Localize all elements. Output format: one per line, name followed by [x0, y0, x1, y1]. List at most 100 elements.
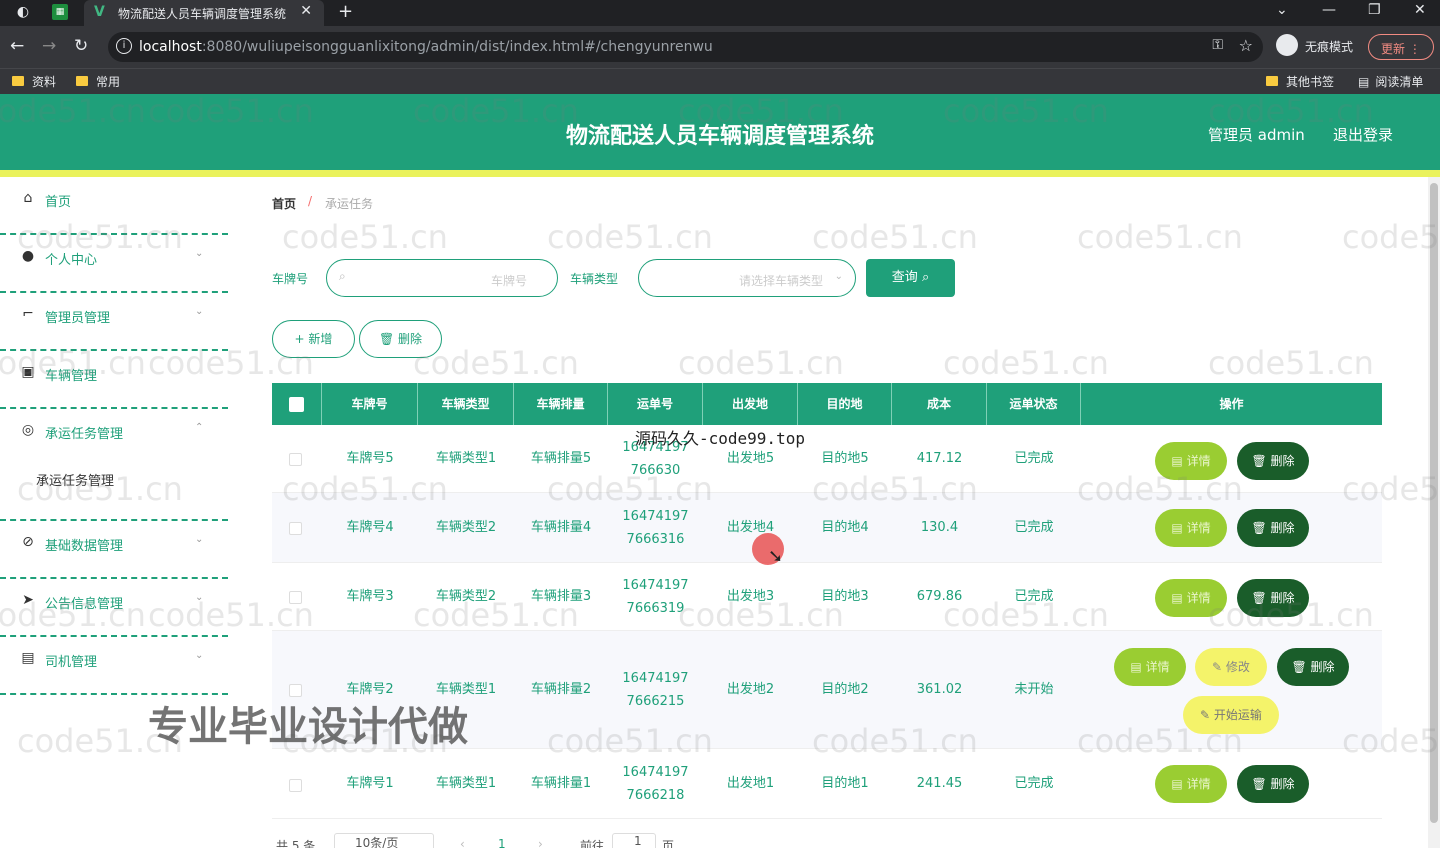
scrollbar-thumb[interactable]: [1430, 183, 1438, 823]
column-header[interactable]: 运单状态: [987, 383, 1081, 425]
page-size-select[interactable]: 10条/页: [334, 833, 434, 848]
chevron-down-icon: ⌄: [195, 248, 204, 259]
url-field[interactable]: i localhost:8080/wuliupeisongguanlixiton…: [108, 32, 1263, 62]
reading-list[interactable]: ▤ 阅读清单: [1358, 73, 1423, 90]
bookmarks-bar: 资料 常用 其他书签 ▤ 阅读清单: [0, 68, 1440, 94]
tab-search-chevron-icon[interactable]: ⌄: [1276, 2, 1288, 18]
sidebar-item-notices[interactable]: ➤ 公告信息管理 ⌄: [0, 579, 228, 637]
prev-page-icon[interactable]: ‹: [460, 837, 465, 848]
sidebar-item-tasks[interactable]: ◎ 承运任务管理 ⌃: [0, 409, 228, 521]
waybill-cell: 16474197 7666319: [608, 563, 703, 630]
sidebar-item-vehicles[interactable]: ▣ 车辆管理: [0, 351, 228, 409]
goto-input[interactable]: 1: [612, 833, 656, 848]
add-button[interactable]: + 新增: [272, 320, 355, 358]
sidebar-item-label: 基础数据管理: [45, 539, 124, 554]
column-header[interactable]: 成本: [892, 383, 987, 425]
update-button[interactable]: 更新 ⋮: [1368, 34, 1434, 60]
delete-label: 删除: [1270, 591, 1295, 605]
new-tab-icon[interactable]: +: [338, 1, 353, 22]
vehicle-type-select[interactable]: 请选择车辆类型 ⌄: [638, 259, 856, 297]
window-close-icon[interactable]: ✕: [1414, 2, 1426, 18]
detail-button[interactable]: ▤ 详情: [1155, 442, 1227, 480]
logout-link[interactable]: 退出登录: [1333, 124, 1393, 145]
browser-menu-icon[interactable]: ◐: [14, 4, 32, 22]
cost-cell: 361.02: [916, 682, 963, 697]
plate-search-input[interactable]: ⌕ 车牌号: [326, 259, 558, 297]
tab-close-icon[interactable]: ✕: [300, 3, 312, 19]
sidebar-item-basedata[interactable]: ⊘ 基础数据管理 ⌄: [0, 521, 228, 579]
breadcrumb-home[interactable]: 首页: [272, 195, 296, 212]
column-header[interactable]: 目的地: [798, 383, 892, 425]
sidebar-item-drivers[interactable]: ▤ 司机管理 ⌄: [0, 637, 228, 695]
incognito-icon[interactable]: [1276, 34, 1298, 56]
detail-button[interactable]: ▤ 详情: [1155, 509, 1227, 547]
site-info-icon[interactable]: i: [116, 38, 132, 54]
waybill-cell: 16474197 7666218: [608, 749, 703, 818]
bookmark-folder[interactable]: 常用: [76, 73, 120, 90]
delete-button[interactable]: 🗑 删除: [1277, 648, 1349, 686]
row-checkbox[interactable]: [289, 453, 302, 466]
destination-cell: 目的地5: [821, 451, 869, 466]
row-checkbox[interactable]: [289, 779, 302, 792]
column-header[interactable]: 车牌号: [322, 383, 418, 425]
sidebar-item-label: 车辆管理: [45, 369, 98, 384]
bookmark-star-icon[interactable]: ☆: [1239, 36, 1253, 55]
type-cell: 车辆类型1: [435, 451, 497, 466]
sidebar-subitem-tasks[interactable]: 承运任务管理: [36, 470, 114, 489]
bookmark-folder[interactable]: 其他书签: [1266, 73, 1334, 90]
admin-label: 管理员 admin: [1208, 126, 1305, 144]
back-icon[interactable]: ←: [10, 36, 24, 56]
page-number[interactable]: 1: [498, 837, 506, 848]
doc-icon: ▤: [1130, 660, 1146, 674]
destination-cell: 目的地2: [821, 682, 869, 697]
detail-button[interactable]: ▤ 详情: [1155, 765, 1227, 803]
edit-button[interactable]: ✎ 修改: [1195, 648, 1267, 686]
reload-icon[interactable]: ↻: [74, 36, 88, 56]
displacement-cell: 车辆排量1: [530, 776, 592, 791]
delete-button[interactable]: 🗑 删除: [1237, 765, 1309, 803]
waybill-cell: 16474197 7666316: [608, 493, 703, 562]
maximize-icon[interactable]: ❐: [1368, 2, 1381, 18]
detail-label: 详情: [1186, 591, 1211, 605]
select-all-checkbox[interactable]: [289, 397, 304, 412]
sidebar-item-home[interactable]: ⌂ 首页: [0, 177, 228, 235]
delete-button[interactable]: 🗑 删除: [1237, 509, 1309, 547]
detail-label: 详情: [1145, 660, 1170, 674]
row-checkbox[interactable]: [289, 522, 302, 535]
sidebar-item-profile[interactable]: ● 个人中心 ⌄: [0, 235, 228, 293]
trash-icon: 🗑: [1251, 521, 1271, 535]
sidebar-item-label: 管理员管理: [45, 311, 111, 326]
chevron-down-icon: ⌄: [195, 650, 204, 661]
breadcrumb-separator: /: [308, 194, 313, 208]
forward-icon[interactable]: →: [42, 36, 56, 56]
page-scrollbar[interactable]: [1428, 177, 1440, 848]
table-row: 车牌号3 车辆类型2 车辆排量3 16474197 7666319 出发地3 目的…: [272, 563, 1382, 631]
chevron-up-icon: ⌃: [195, 422, 204, 433]
send-icon: ➤: [22, 592, 34, 608]
column-header[interactable]: 车辆类型: [418, 383, 514, 425]
cost-cell: 130.4: [920, 520, 959, 535]
bookmark-folder[interactable]: 资料: [12, 73, 56, 90]
sidebar-item-admins[interactable]: ⌐ 管理员管理 ⌄: [0, 293, 228, 351]
column-header[interactable]: 运单号: [608, 383, 703, 425]
next-page-icon[interactable]: ›: [538, 837, 543, 848]
cost-cell: 241.45: [916, 776, 963, 791]
active-tab[interactable]: V 物流配送人员车辆调度管理系统 ✕: [84, 0, 324, 26]
trash-icon: 🗑: [378, 332, 399, 346]
row-checkbox[interactable]: [289, 591, 302, 604]
batch-delete-button[interactable]: 🗑 删除: [359, 320, 442, 358]
delete-button[interactable]: 🗑 删除: [1237, 579, 1309, 617]
detail-button[interactable]: ▤ 详情: [1155, 579, 1227, 617]
key-icon[interactable]: ⚿: [1212, 37, 1223, 53]
type-cell: 车辆类型2: [435, 520, 497, 535]
query-button[interactable]: 查询 ⌕: [866, 259, 955, 297]
sheet-tab-icon[interactable]: ▦: [52, 4, 68, 20]
column-header[interactable]: 车辆排量: [514, 383, 608, 425]
plate-cell: 车牌号4: [346, 520, 394, 535]
column-header[interactable]: 出发地: [703, 383, 798, 425]
minimize-icon[interactable]: —: [1322, 2, 1336, 18]
delete-button[interactable]: 🗑 删除: [1237, 442, 1309, 480]
start-transport-button[interactable]: ✎ 开始运输: [1183, 696, 1279, 734]
detail-button[interactable]: ▤ 详情: [1114, 648, 1186, 686]
detail-label: 详情: [1186, 454, 1211, 468]
